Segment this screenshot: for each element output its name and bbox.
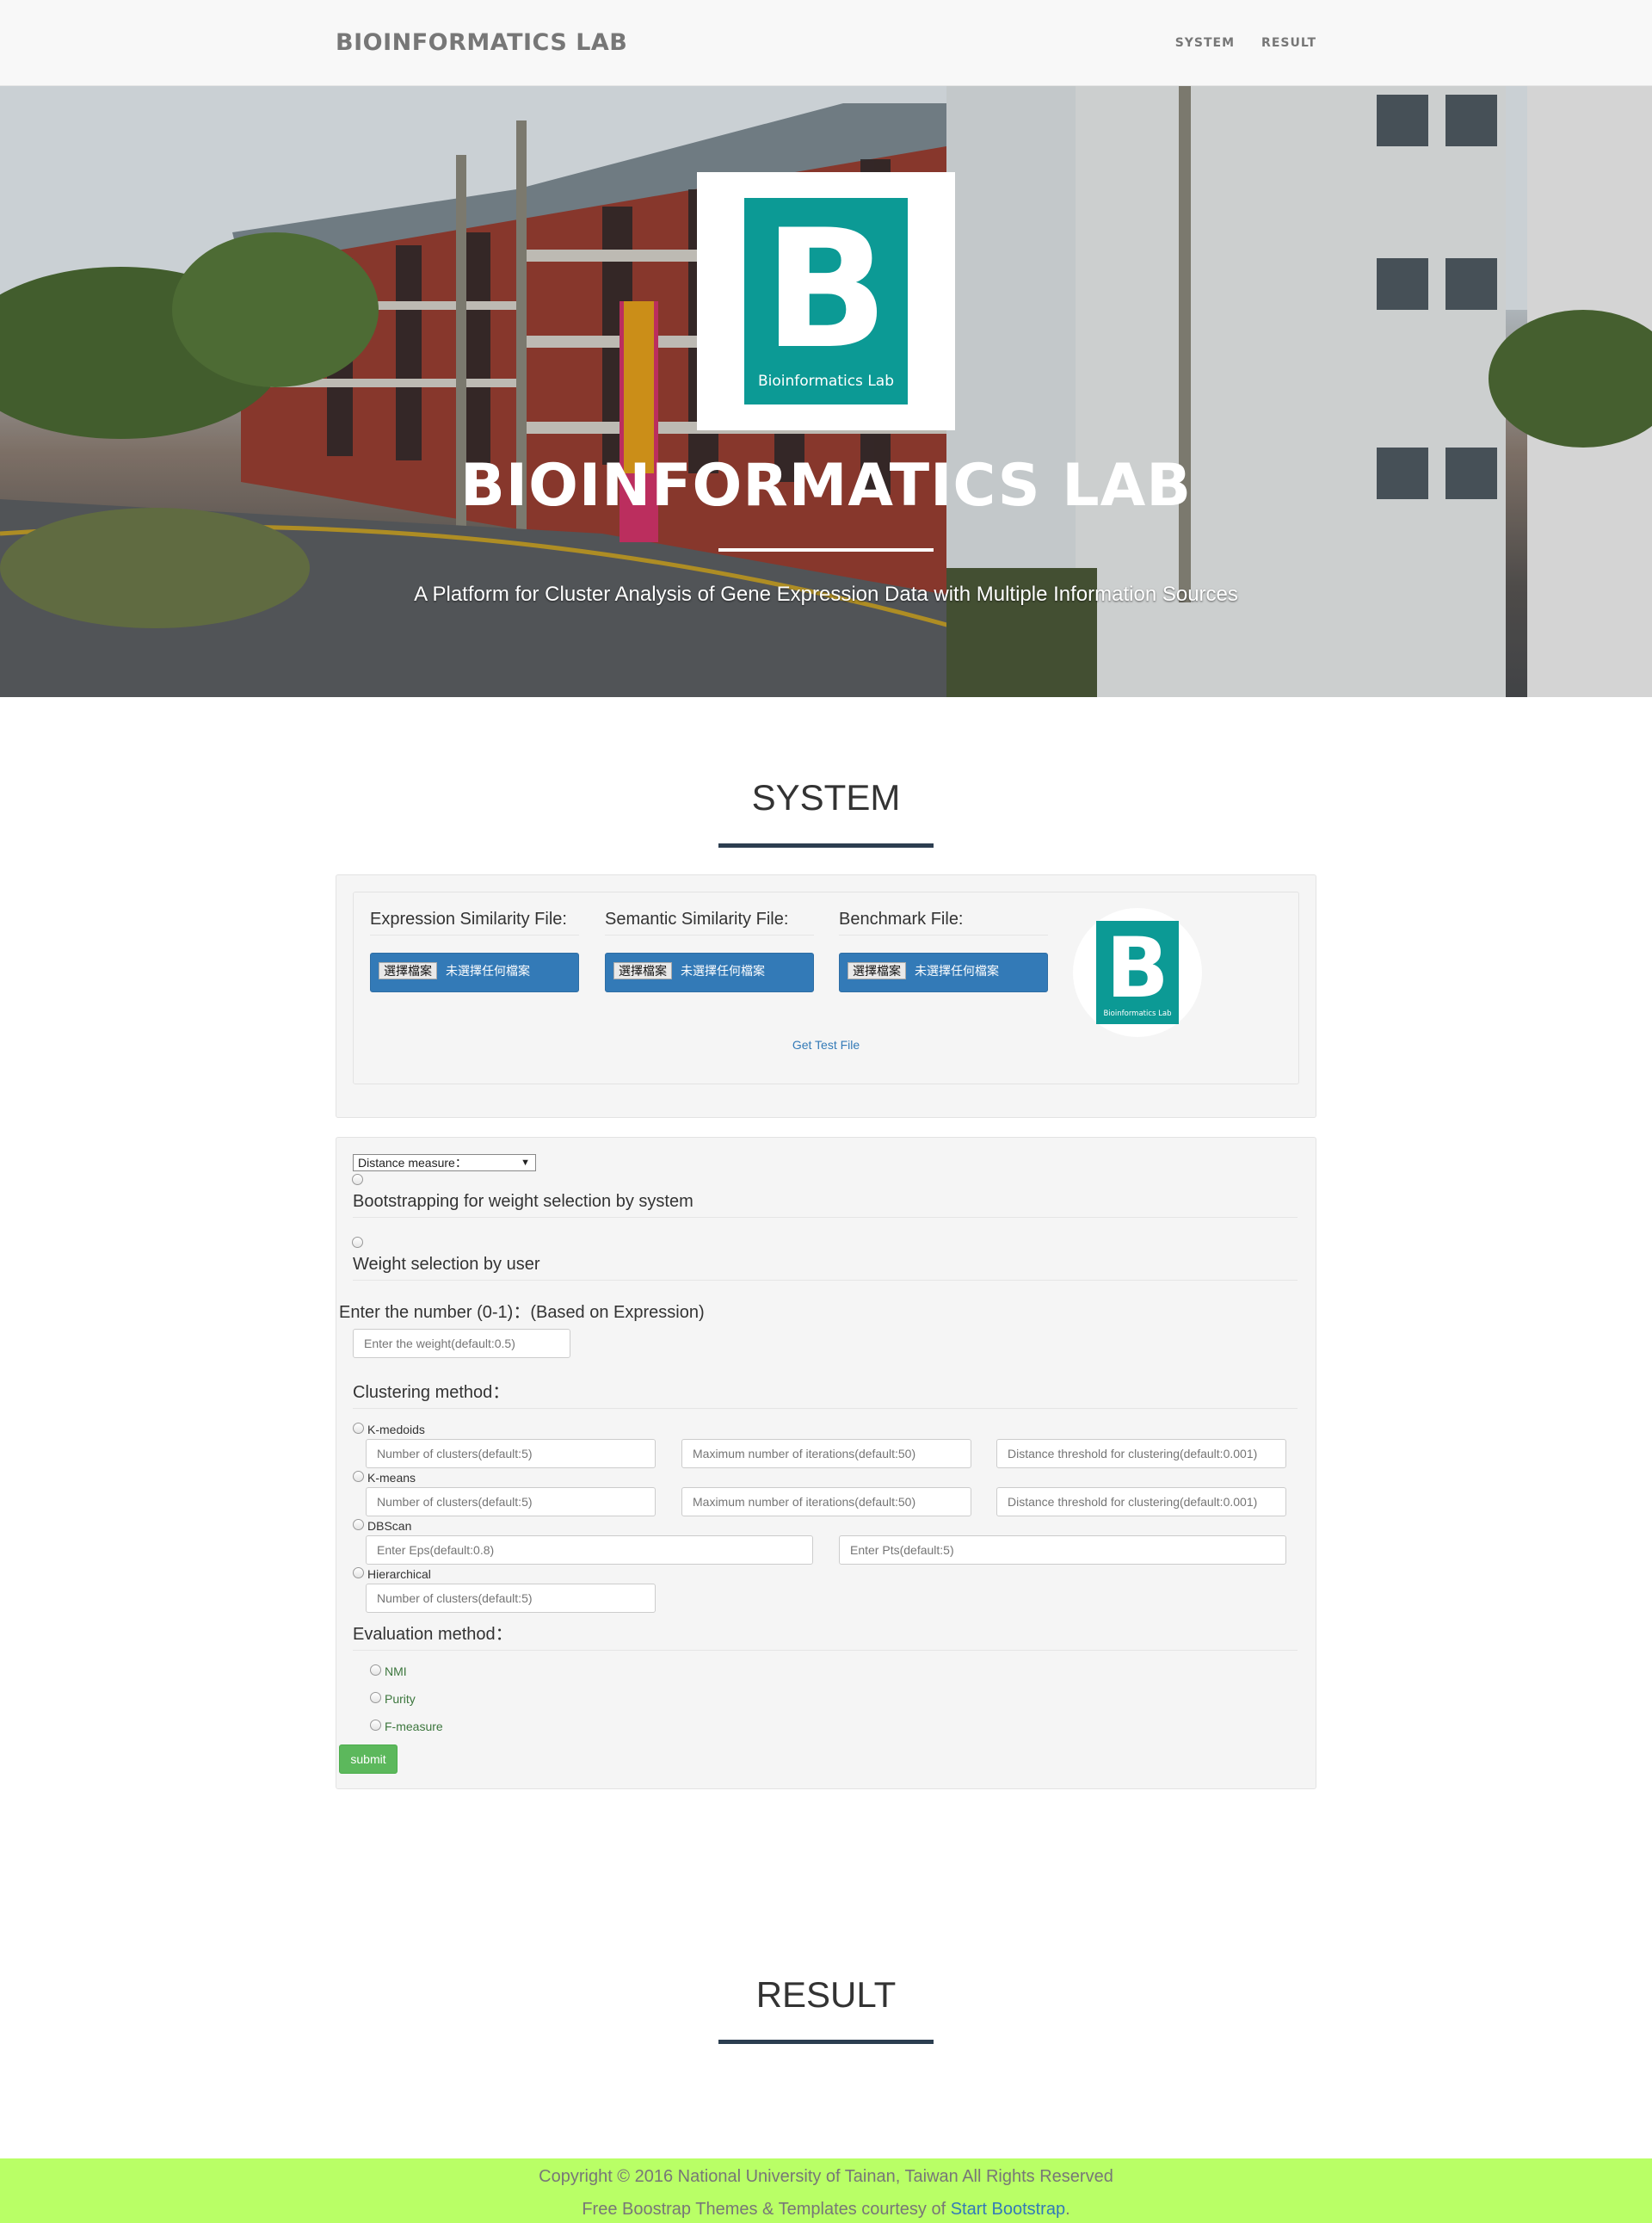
choose-file-button[interactable]: 選擇檔案 [848,962,906,979]
system-divider [718,843,934,848]
nmi-radio[interactable] [370,1664,381,1676]
svg-text:Bioinformatics Lab: Bioinformatics Lab [758,373,894,390]
file-status: 未選擇任何檔案 [681,964,765,978]
kmeans-iterations-input[interactable] [681,1487,971,1516]
dbscan-eps-input[interactable] [366,1535,813,1565]
kmeans-threshold-input[interactable] [996,1487,1286,1516]
chevron-down-icon: ▼ [521,1158,530,1168]
f-measure-label: F-measure [385,1720,443,1733]
hierarchical-radio[interactable] [353,1567,364,1578]
navbar-brand[interactable]: BIOINFORMATICS LAB [336,29,627,56]
file-status: 未選擇任何檔案 [446,964,530,978]
weight-prompt: Enter the number (0-1)：(Based on Express… [339,1303,705,1322]
hero-title: BIOINFORMATICS LAB [459,452,1193,520]
bioinformatics-logo-icon: B Bioinformatics Lab [744,198,908,404]
footer-credit: Free Boostrap Themes & Templates courtes… [0,2200,1652,2220]
weight-input[interactable] [353,1329,570,1358]
weight-user-label: Weight selection by user [353,1255,1298,1281]
expression-file-input[interactable]: 選擇檔案 未選擇任何檔案 [370,953,579,992]
distance-measure-select[interactable]: Distance measure： ▼ [353,1154,536,1171]
hero-divider [718,548,934,552]
svg-text:B: B [1106,921,1168,1016]
hierarchical-clusters-input[interactable] [366,1584,656,1613]
small-logo-frame: B Bioinformatics Lab [1073,908,1202,1037]
kmedoids-iterations-input[interactable] [681,1439,971,1468]
file-status: 未選擇任何檔案 [915,964,999,978]
kmeans-clusters-input[interactable] [366,1487,656,1516]
svg-text:Bioinformatics Lab: Bioinformatics Lab [1103,1010,1171,1018]
expression-file-label: Expression Similarity File: [370,910,579,936]
purity-label: Purity [385,1692,416,1706]
weight-user-radio[interactable] [352,1237,363,1248]
nav-link-result[interactable]: RESULT [1261,36,1316,50]
submit-button[interactable]: submit [339,1744,398,1774]
evaluation-method-legend: Evaluation method： [353,1620,1298,1651]
choose-file-button[interactable]: 選擇檔案 [379,962,437,979]
dbscan-pts-input[interactable] [839,1535,1286,1565]
hero-header: B Bioinformatics Lab BIOINFORMATICS LAB … [0,86,1652,697]
benchmark-file-label: Benchmark File: [839,910,1048,936]
semantic-file-label: Semantic Similarity File: [605,910,814,936]
nav-links: SYSTEM RESULT [1175,36,1316,50]
kmeans-radio[interactable] [353,1471,364,1482]
footer-credit-text: Free Boostrap Themes & Templates courtes… [582,2200,951,2219]
kmedoids-radio[interactable] [353,1423,364,1434]
bioinformatics-logo-icon: B Bioinformatics Lab [1096,921,1179,1024]
select-value: Distance measure： [358,1156,467,1170]
footer-credit-period: . [1065,2200,1070,2219]
nmi-label: NMI [385,1664,407,1678]
footer-copyright: Copyright © 2016 National University of … [539,2167,1113,2186]
nav-link-system[interactable]: SYSTEM [1175,36,1235,50]
footer: Copyright © 2016 National University of … [0,2158,1652,2223]
svg-text:B: B [764,198,889,385]
bootstrap-label: Bootstrapping for weight selection by sy… [353,1192,1298,1218]
hero-subtitle: A Platform for Cluster Analysis of Gene … [414,583,1238,606]
start-bootstrap-link[interactable]: Start Bootstrap [951,2200,1065,2219]
result-divider [718,2040,934,2044]
f-measure-radio[interactable] [370,1720,381,1731]
purity-radio[interactable] [370,1692,381,1703]
hierarchical-label: Hierarchical [367,1567,431,1581]
kmedoids-clusters-input[interactable] [366,1439,656,1468]
get-test-file-link[interactable]: Get Test File [0,1038,1652,1052]
benchmark-file-input[interactable]: 選擇檔案 未選擇任何檔案 [839,953,1048,992]
dbscan-radio[interactable] [353,1519,364,1530]
semantic-file-input[interactable]: 選擇檔案 未選擇任何檔案 [605,953,814,992]
clustering-method-legend: Clustering method： [353,1378,1298,1409]
bootstrap-radio[interactable] [352,1174,363,1185]
kmeans-label: K-means [367,1471,416,1485]
choose-file-button[interactable]: 選擇檔案 [613,962,672,979]
kmedoids-label: K-medoids [367,1423,425,1436]
kmedoids-threshold-input[interactable] [996,1439,1286,1468]
hero-logo-frame: B Bioinformatics Lab [697,172,955,430]
navbar: BIOINFORMATICS LAB SYSTEM RESULT [0,0,1652,86]
dbscan-label: DBScan [367,1519,412,1533]
system-heading: SYSTEM [751,777,901,818]
result-heading: RESULT [755,1974,897,2015]
